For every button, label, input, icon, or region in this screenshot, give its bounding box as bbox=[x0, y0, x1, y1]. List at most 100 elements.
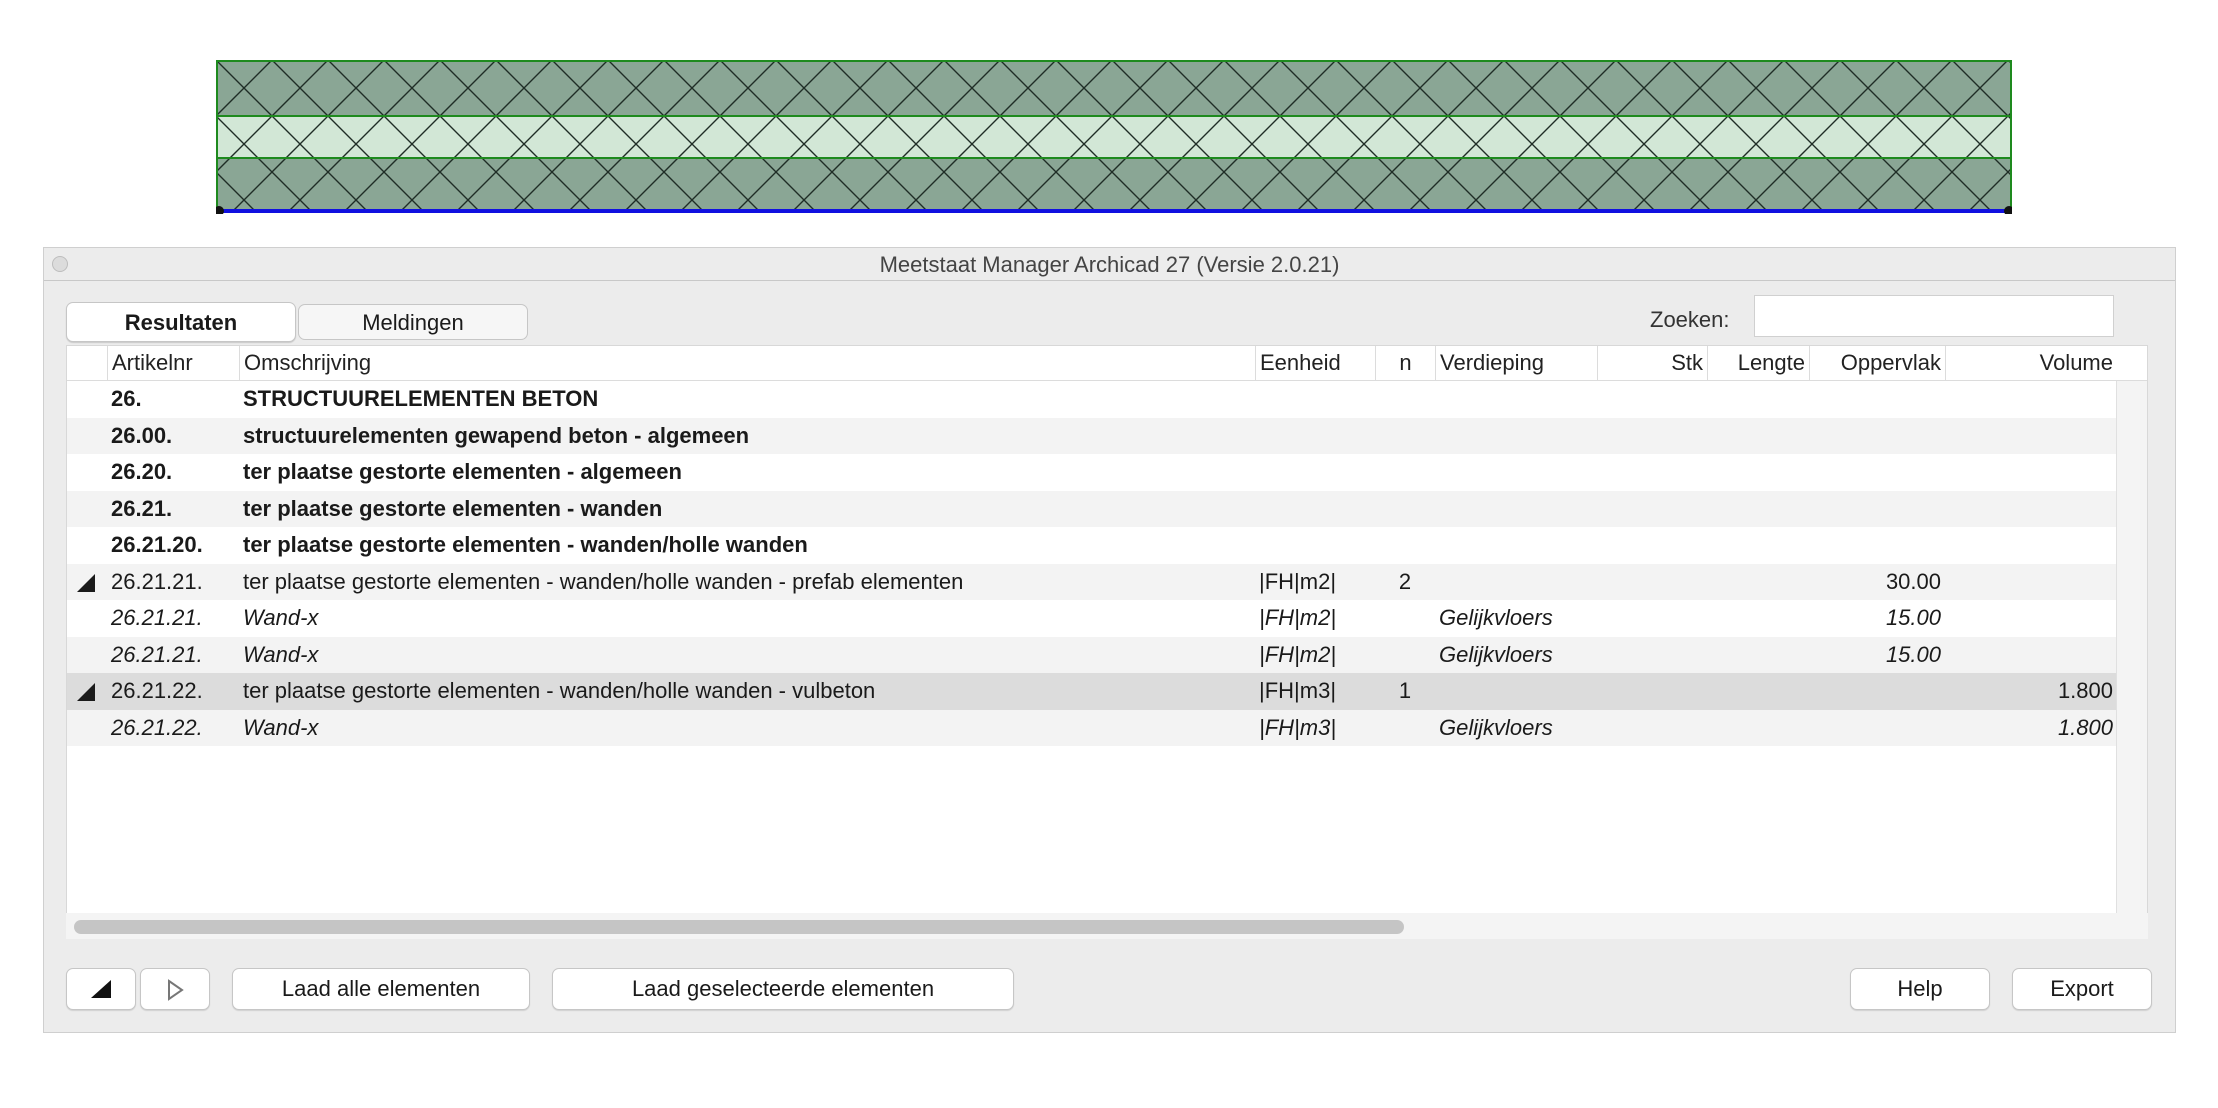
cell-omschrijving: ter plaatse gestorte elementen - algemee… bbox=[243, 459, 682, 484]
export-button[interactable]: Export bbox=[2012, 968, 2152, 1010]
column-header-omschrijving[interactable]: Omschrijving bbox=[239, 346, 1247, 380]
cell-n bbox=[1375, 637, 1435, 674]
cell-volume bbox=[1945, 418, 2113, 455]
window-title: Meetstaat Manager Archicad 27 (Versie 2.… bbox=[879, 252, 1340, 277]
cell-eenheid: |FH|m3| bbox=[1259, 714, 1337, 740]
cell-stk bbox=[1597, 564, 1703, 601]
cell-omschrijving: ter plaatse gestorte elementen - wanden/… bbox=[243, 678, 876, 703]
cell-lengte bbox=[1707, 381, 1805, 418]
cell-verdieping bbox=[1439, 564, 1595, 601]
cell-volume bbox=[1945, 637, 2113, 674]
cell-volume bbox=[1945, 564, 2113, 601]
table-row[interactable]: 26.21.22. ter plaatse gestorte elementen … bbox=[67, 673, 2117, 710]
window-titlebar: Meetstaat Manager Archicad 27 (Versie 2.… bbox=[44, 248, 2175, 281]
tab-meldingen[interactable]: Meldingen bbox=[298, 304, 528, 340]
cell-volume: 1.800 bbox=[2057, 678, 2113, 703]
horizontal-scrollbar-thumb[interactable] bbox=[74, 920, 1404, 934]
cell-omschrijving: Wand-x bbox=[243, 641, 319, 667]
column-header-n[interactable]: n bbox=[1375, 346, 1435, 380]
cell-n: 2 bbox=[1398, 568, 1412, 594]
cell-eenheid bbox=[1259, 454, 1375, 491]
cell-verdieping bbox=[1439, 491, 1595, 528]
cell-omschrijving: structuurelementen gewapend beton - alge… bbox=[243, 422, 750, 448]
table-row[interactable]: 26.21.21. Wand-x |FH|m2| Gelijkvloers 15.00 bbox=[67, 636, 2117, 674]
cell-lengte bbox=[1707, 491, 1805, 528]
column-header-volume[interactable]: Volume bbox=[1945, 346, 2117, 380]
cell-n bbox=[1375, 527, 1435, 564]
cell-eenheid: |FH|m2| bbox=[1259, 641, 1337, 667]
cell-artikelnr: 26.21.21. bbox=[111, 568, 203, 594]
column-header-verdieping[interactable]: Verdieping bbox=[1435, 346, 1595, 380]
table-row[interactable]: 26. STRUCTUURELEMENTEN BETON bbox=[67, 381, 2117, 418]
collapse-all-button[interactable] bbox=[66, 968, 136, 1010]
cell-oppervlak bbox=[1809, 381, 1941, 418]
cell-lengte bbox=[1707, 454, 1805, 491]
cell-stk bbox=[1597, 381, 1703, 418]
tab-resultaten[interactable]: Resultaten bbox=[66, 302, 296, 342]
row-expander-icon[interactable] bbox=[77, 683, 95, 701]
table-body: 26. STRUCTUURELEMENTEN BETON 26.00. structu… bbox=[67, 381, 2117, 746]
load-selected-elements-button[interactable]: Laad geselecteerde elementen bbox=[552, 968, 1014, 1010]
cell-eenheid: |FH|m2| bbox=[1259, 568, 1337, 594]
cell-eenheid: |FH|m2| bbox=[1259, 605, 1337, 630]
cell-stk bbox=[1597, 418, 1703, 455]
table-row[interactable]: 26.20. ter plaatse gestorte elementen - a… bbox=[67, 454, 2117, 491]
table-row[interactable]: 26.21.21. ter plaatse gestorte elementen … bbox=[67, 563, 2117, 601]
cell-oppervlak: 30.00 bbox=[1885, 568, 1941, 594]
expand-triangle-icon bbox=[168, 979, 184, 1002]
cell-stk bbox=[1597, 637, 1703, 674]
cell-oppervlak bbox=[1809, 527, 1941, 564]
cell-lengte bbox=[1707, 527, 1805, 564]
table-row[interactable]: 26.00. structuurelementen gewapend beton … bbox=[67, 417, 2117, 455]
results-table: Artikelnr Omschrijving Eenheid n Verdiep… bbox=[66, 345, 2148, 939]
cell-lengte bbox=[1707, 600, 1805, 637]
cell-volume bbox=[1945, 600, 2113, 637]
search-input[interactable] bbox=[1754, 295, 2114, 337]
column-header-artikelnr[interactable]: Artikelnr bbox=[107, 346, 237, 380]
cell-verdieping: Gelijkvloers bbox=[1439, 605, 1553, 630]
cell-stk bbox=[1597, 710, 1703, 747]
cell-stk bbox=[1597, 491, 1703, 528]
cell-oppervlak bbox=[1809, 418, 1941, 455]
cell-stk bbox=[1597, 673, 1703, 710]
cell-verdieping: Gelijkvloers bbox=[1439, 641, 1553, 667]
cell-volume: 1.800 bbox=[2057, 714, 2113, 740]
table-header: Artikelnr Omschrijving Eenheid n Verdiep… bbox=[67, 346, 2147, 381]
table-row[interactable]: 26.21.20. ter plaatse gestorte elementen … bbox=[67, 527, 2117, 564]
cell-oppervlak: 15.00 bbox=[1885, 641, 1941, 667]
column-header-oppervlak[interactable]: Oppervlak bbox=[1809, 346, 1945, 380]
row-expander-icon[interactable] bbox=[77, 573, 95, 592]
cell-eenheid bbox=[1259, 381, 1375, 418]
table-row[interactable]: 26.21.21. Wand-x |FH|m2| Gelijkvloers 15.00 bbox=[67, 600, 2117, 637]
cell-artikelnr: 26.21.21. bbox=[111, 641, 203, 667]
cell-oppervlak: 15.00 bbox=[1885, 605, 1941, 630]
cell-lengte bbox=[1707, 418, 1805, 455]
cell-artikelnr: 26.21.20. bbox=[111, 532, 203, 557]
cell-n bbox=[1375, 491, 1435, 528]
column-header-stk[interactable]: Stk bbox=[1597, 346, 1707, 380]
help-button[interactable]: Help bbox=[1850, 968, 1990, 1010]
wall-section-preview bbox=[216, 60, 2012, 214]
cell-verdieping bbox=[1439, 673, 1595, 710]
cell-volume bbox=[1945, 527, 2113, 564]
table-row[interactable]: 26.21.22. Wand-x |FH|m3| Gelijkvloers 1.800 bbox=[67, 709, 2117, 747]
cell-artikelnr: 26.21.22. bbox=[111, 678, 203, 703]
column-header-eenheid[interactable]: Eenheid bbox=[1255, 346, 1375, 380]
cell-omschrijving: Wand-x bbox=[243, 714, 319, 740]
cell-artikelnr: 26.21.21. bbox=[111, 605, 203, 630]
cell-lengte bbox=[1707, 637, 1805, 674]
cell-stk bbox=[1597, 454, 1703, 491]
table-row[interactable]: 26.21. ter plaatse gestorte elementen - w… bbox=[67, 490, 2117, 528]
cell-n bbox=[1375, 418, 1435, 455]
cell-omschrijving: ter plaatse gestorte elementen - wanden bbox=[243, 495, 663, 521]
cell-verdieping bbox=[1439, 418, 1595, 455]
column-header-lengte[interactable]: Lengte bbox=[1707, 346, 1809, 380]
load-all-elements-button[interactable]: Laad alle elementen bbox=[232, 968, 530, 1010]
cell-oppervlak bbox=[1809, 454, 1941, 491]
cell-omschrijving: Wand-x bbox=[243, 605, 319, 630]
vertical-scrollbar[interactable] bbox=[2116, 381, 2147, 938]
expand-all-button[interactable] bbox=[140, 968, 210, 1010]
cell-verdieping bbox=[1439, 454, 1595, 491]
cell-n bbox=[1375, 600, 1435, 637]
cell-verdieping bbox=[1439, 527, 1595, 564]
